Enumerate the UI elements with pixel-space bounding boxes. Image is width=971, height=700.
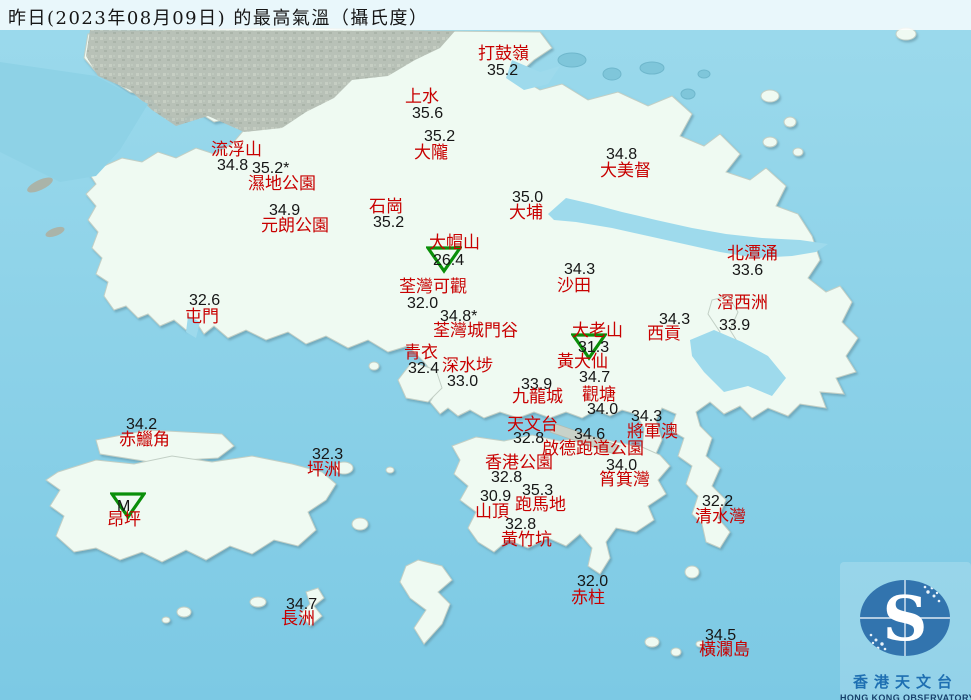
station-name: 天文台 — [507, 415, 558, 435]
svg-text:S: S — [883, 582, 928, 655]
station-name: 荃灣可觀 — [399, 277, 467, 297]
station-name: 濕地公園 — [248, 174, 316, 194]
station-name: 青衣 — [404, 343, 438, 363]
hko-logo: S 香港天文台 HONG KONG OBSERVATORY — [840, 562, 971, 700]
island-ne3 — [762, 136, 778, 148]
station-name: 大帽山 — [429, 233, 480, 253]
station-name: 大隴 — [414, 143, 448, 163]
station-name: 元朗公園 — [261, 216, 329, 236]
island-tunglung — [684, 565, 700, 579]
station-name: 香港公園 — [485, 453, 553, 473]
station-name: 啟德跑道公園 — [542, 439, 644, 459]
page-title: 昨日(2023年08月09日) 的最高氣溫（攝氏度） — [8, 8, 429, 29]
station-value: 35.2 — [373, 214, 405, 231]
station-name: 黃竹坑 — [501, 530, 552, 550]
hko-logo-english: HONG KONG OBSERVATORY — [840, 693, 971, 700]
island-shekkwuchau — [249, 596, 267, 608]
station-name: 大埔 — [509, 203, 543, 223]
station-name: 坪洲 — [307, 460, 341, 480]
station-value: 32.0 — [407, 295, 439, 312]
station-name: 深水埗 — [442, 356, 493, 376]
station-name: 沙田 — [557, 276, 591, 296]
station-value: 32.4 — [408, 360, 440, 377]
hko-logo-icon: S — [860, 580, 950, 656]
station-name: 赤鱲角 — [119, 430, 170, 450]
station-name: 打鼓嶺 — [478, 44, 529, 64]
island-potoi2 — [670, 647, 682, 657]
island-mawan — [368, 361, 380, 371]
station-name: 流浮山 — [211, 140, 262, 160]
station-name: 九龍城 — [512, 387, 563, 407]
station-name: 大老山 — [572, 321, 623, 341]
station-name: 清水灣 — [695, 507, 746, 527]
station-value: 34.7 — [579, 369, 611, 386]
station-name: 上水 — [405, 87, 439, 107]
island-heilingchau — [351, 517, 369, 531]
station-name: 大美督 — [600, 161, 651, 181]
island-kauyichau — [385, 466, 395, 474]
station-name: 滘西洲 — [717, 293, 768, 313]
station-name: 黃大仙 — [557, 352, 608, 372]
station-name: 西貢 — [647, 324, 681, 344]
temperature-map-page: 昨日(2023年08月09日) 的最高氣溫（攝氏度） 35.2 打鼓嶺 35.6 上水… — [0, 0, 971, 700]
station-name: 跑馬地 — [515, 495, 566, 515]
station-value: 33.9 — [719, 317, 751, 334]
station-name: 石崗 — [369, 197, 403, 217]
station-name: 橫瀾島 — [699, 640, 750, 660]
hko-logo-chinese: 香港天文台 — [852, 673, 958, 691]
station-name: 筲箕灣 — [599, 470, 650, 490]
station-value: 33.6 — [732, 262, 764, 279]
station-value: 26.4 — [433, 252, 465, 269]
island-soko — [176, 606, 192, 618]
station-value: 33.0 — [447, 373, 479, 390]
island-ne4 — [792, 147, 804, 157]
island-potoi — [644, 636, 660, 648]
station-name: 山頂 — [475, 502, 509, 522]
station-name: 荃灣城門谷 — [433, 321, 518, 341]
island-ne2 — [783, 116, 797, 128]
station-name: 赤柱 — [571, 588, 605, 608]
station-value: 35.6 — [412, 105, 444, 122]
station-name: 屯門 — [185, 307, 219, 327]
hong-kong-map — [0, 0, 971, 700]
station-value: 34.8 — [217, 157, 249, 174]
station-name: 昂坪 — [107, 510, 141, 530]
station-name: 北潭涌 — [727, 244, 778, 264]
station-value: 35.2 — [487, 62, 519, 79]
island-ne1 — [760, 89, 780, 103]
station-name: 長洲 — [281, 609, 315, 629]
island-soko2 — [161, 616, 171, 624]
station-name: 觀塘 — [582, 385, 616, 405]
